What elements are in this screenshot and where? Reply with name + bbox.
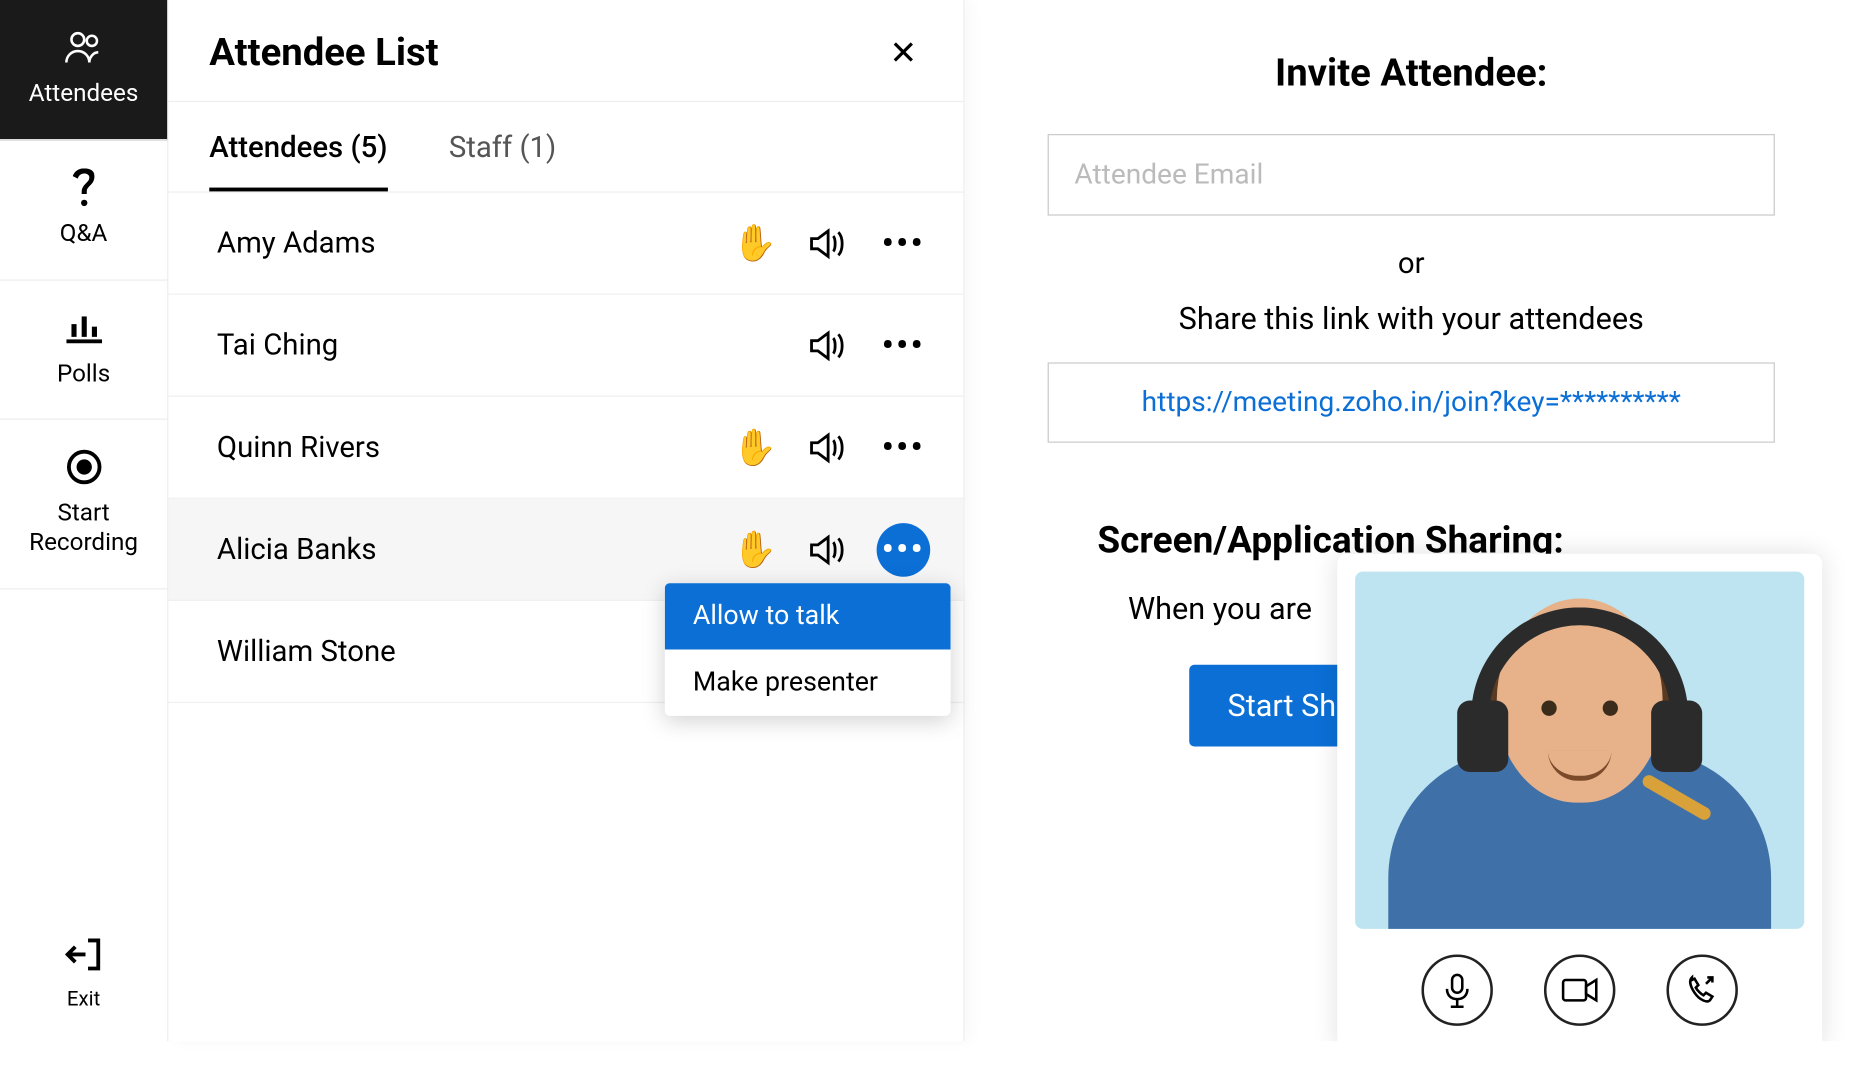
leave-call-button[interactable] <box>1666 954 1737 1025</box>
menu-allow-to-talk[interactable]: Allow to talk <box>665 583 951 649</box>
speaker-button[interactable] <box>808 225 846 261</box>
mic-button[interactable] <box>1421 954 1492 1025</box>
mic-icon <box>1443 972 1471 1008</box>
sidebar-label: Attendees <box>29 79 139 108</box>
more-button[interactable]: ••• <box>877 523 931 577</box>
raised-hand-icon: ✋ <box>733 528 778 570</box>
close-icon: ✕ <box>889 34 917 72</box>
video-thumbnail <box>1355 572 1804 929</box>
sidebar-label: Polls <box>57 359 110 388</box>
attendee-name: Quinn Rivers <box>202 430 733 464</box>
attendee-panel: Attendee List ✕ Attendees (5) Staff (1) … <box>168 0 964 1041</box>
record-icon <box>62 446 105 489</box>
attendee-email-input[interactable] <box>1048 134 1775 216</box>
attendee-row: Quinn Rivers ✋ ••• <box>168 397 963 499</box>
person-illustration <box>1355 572 1804 929</box>
sidebar-label: Exit <box>67 986 100 1010</box>
sidebar-item-exit[interactable]: Exit <box>0 907 167 1041</box>
attendee-row: Tai Ching ••• <box>168 295 963 397</box>
menu-make-presenter[interactable]: Make presenter <box>665 649 951 715</box>
polls-icon <box>62 306 105 349</box>
attendee-row: Alicia Banks ✋ ••• Allow to talk Make pr… <box>168 499 963 601</box>
sidebar-label: Q&A <box>60 219 108 248</box>
share-link-box[interactable]: https://meeting.zoho.in/join?key=*******… <box>1048 362 1775 442</box>
or-text: or <box>1036 246 1786 280</box>
attendee-row: Amy Adams ✋ ••• <box>168 193 963 295</box>
close-button[interactable]: ✕ <box>884 34 922 72</box>
sidebar-item-qa[interactable]: Q&A <box>0 140 167 280</box>
speaker-button[interactable] <box>808 429 846 465</box>
speaker-button[interactable] <box>808 327 846 363</box>
panel-title: Attendee List <box>209 31 438 76</box>
sidebar-item-polls[interactable]: Polls <box>0 280 167 420</box>
attendees-icon <box>62 26 105 69</box>
panel-header: Attendee List ✕ <box>168 0 963 102</box>
question-icon <box>62 166 105 209</box>
sidebar-item-attendees[interactable]: Attendees <box>0 0 167 140</box>
tab-staff[interactable]: Staff (1) <box>449 102 556 191</box>
invite-title: Invite Attendee: <box>1036 51 1786 96</box>
raised-hand-icon: ✋ <box>733 426 778 468</box>
attendee-context-menu: Allow to talk Make presenter <box>665 583 951 716</box>
phone-icon <box>1686 974 1719 1007</box>
main-content: Invite Attendee: or Share this link with… <box>965 0 1858 1041</box>
exit-icon <box>62 933 105 976</box>
more-button[interactable]: ••• <box>877 216 931 270</box>
video-controls <box>1355 929 1804 1034</box>
sidebar-label: Start Recording <box>5 499 162 557</box>
attendee-name: Alicia Banks <box>202 532 733 566</box>
share-link-text: Share this link with your attendees <box>1036 301 1786 337</box>
sidebar-item-recording[interactable]: Start Recording <box>0 420 167 589</box>
camera-icon <box>1561 976 1599 1004</box>
tab-attendees[interactable]: Attendees (5) <box>209 102 387 191</box>
video-panel <box>1337 554 1822 1041</box>
raised-hand-icon: ✋ <box>733 222 778 264</box>
more-button[interactable]: ••• <box>877 420 931 474</box>
share-link: https://meeting.zoho.in/join?key=*******… <box>1142 387 1681 419</box>
attendee-name: Amy Adams <box>202 226 733 260</box>
attendee-name: Tai Ching <box>202 328 808 362</box>
speaker-button[interactable] <box>808 531 846 567</box>
tabs: Attendees (5) Staff (1) <box>168 102 963 193</box>
more-button[interactable]: ••• <box>877 318 931 372</box>
camera-button[interactable] <box>1544 954 1615 1025</box>
sidebar: Attendees Q&A Polls <box>0 0 168 1041</box>
